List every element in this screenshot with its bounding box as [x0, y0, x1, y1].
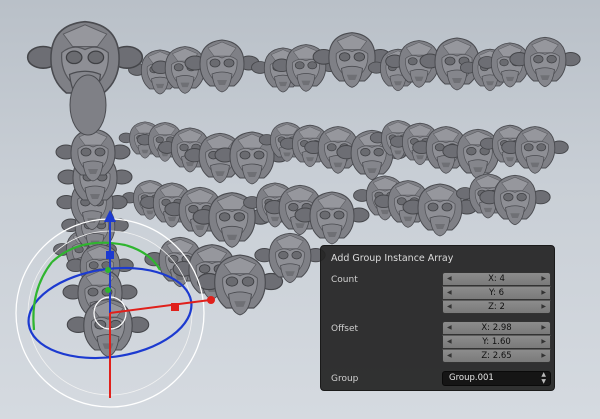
offset-x-field[interactable]: ◀ X: 2.98 ▶: [442, 321, 551, 335]
decrement-icon[interactable]: ◀: [447, 273, 452, 285]
offset-y-field[interactable]: ◀ Y: 1.60 ▶: [442, 335, 551, 349]
decrement-icon[interactable]: ◀: [447, 301, 452, 313]
decrement-icon[interactable]: ◀: [447, 336, 452, 348]
operator-redo-panel[interactable]: Add Group Instance Array Count ◀ X: 4 ▶ …: [320, 245, 555, 391]
decrement-icon[interactable]: ◀: [447, 287, 452, 299]
offset-label: Offset: [331, 324, 359, 334]
panel-title: Add Group Instance Array: [331, 253, 454, 264]
increment-icon[interactable]: ▶: [541, 301, 546, 313]
updown-arrows-icon: ▲ ▼: [541, 371, 546, 385]
count-y-field[interactable]: ◀ Y: 6 ▶: [442, 286, 551, 300]
increment-icon[interactable]: ▶: [541, 322, 546, 334]
monkey-instances-back-row: [128, 32, 581, 95]
increment-icon[interactable]: ▶: [541, 287, 546, 299]
count-x-field[interactable]: ◀ X: 4 ▶: [442, 272, 551, 286]
count-z-field[interactable]: ◀ Z: 2 ▶: [442, 300, 551, 314]
decrement-icon[interactable]: ◀: [447, 322, 452, 334]
group-label: Group: [331, 374, 359, 384]
group-select[interactable]: Group.001 ▲ ▼: [442, 371, 551, 386]
offset-z-field[interactable]: ◀ Z: 2.65 ▶: [442, 349, 551, 363]
count-label: Count: [331, 275, 358, 285]
increment-icon[interactable]: ▶: [541, 350, 546, 362]
decrement-icon[interactable]: ◀: [447, 350, 452, 362]
increment-icon[interactable]: ▶: [541, 273, 546, 285]
monkey-instances-middle-rows: [118, 120, 569, 248]
increment-icon[interactable]: ▶: [541, 336, 546, 348]
